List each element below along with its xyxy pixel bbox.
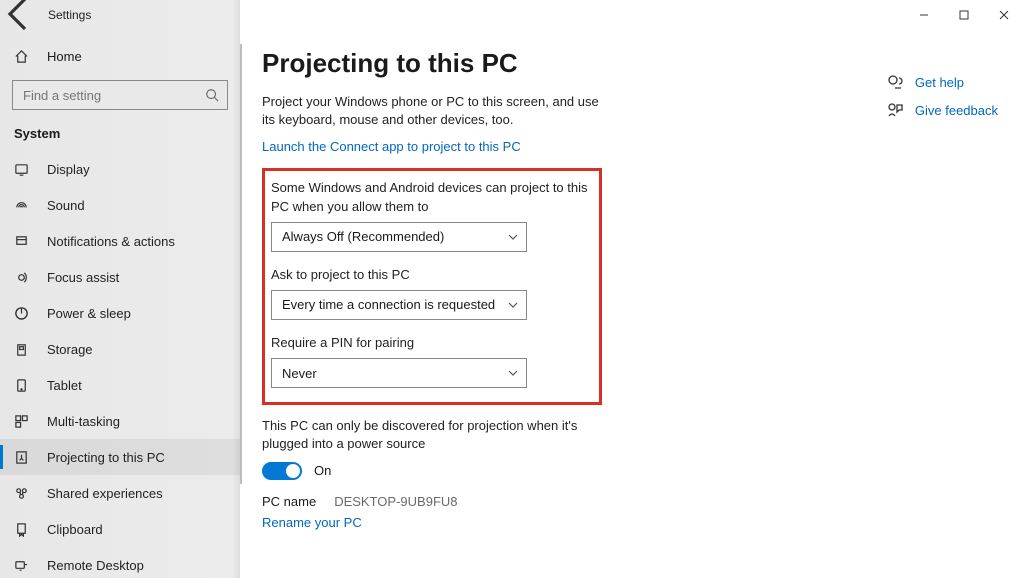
nav-icon [14,270,29,285]
sidebar-item-label: Projecting to this PC [47,450,165,465]
search-icon [205,88,219,102]
dropdown-value: Every time a connection is requested [282,297,495,312]
projection-allow-label: Some Windows and Android devices can pro… [271,179,589,215]
require-pin-dropdown[interactable]: Never [271,358,527,388]
feedback-label: Give feedback [915,103,998,118]
feedback-icon [887,102,903,118]
dropdown-value: Always Off (Recommended) [282,229,444,244]
help-icon [887,74,903,90]
window-title: Settings [48,8,91,22]
give-feedback-link[interactable]: Give feedback [887,102,998,118]
nav-icon [14,414,29,429]
sidebar: Home System Display Sound Notifications & … [0,0,240,578]
sidebar-item-tablet[interactable]: Tablet [0,367,240,403]
nav-icon [14,306,29,321]
page-description: Project your Windows phone or PC to this… [262,93,602,129]
projection-allow-dropdown[interactable]: Always Off (Recommended) [271,222,527,252]
sidebar-item-label: Tablet [47,378,82,393]
sidebar-item-label: Power & sleep [47,306,131,321]
search-input[interactable] [21,87,205,104]
maximize-button[interactable] [944,0,984,30]
pcname-label: PC name [262,494,316,509]
sidebar-item-sound[interactable]: Sound [0,187,240,223]
sidebar-item-label: Storage [47,342,93,357]
titlebar: Settings [0,0,1024,30]
nav-icon [14,234,29,249]
sidebar-item-shared-experiences[interactable]: Shared experiences [0,475,240,511]
rename-pc-link[interactable]: Rename your PC [262,515,602,530]
sidebar-item-label: Focus assist [47,270,119,285]
sidebar-item-label: Multi-tasking [47,414,120,429]
section-label: System [0,120,240,151]
sidebar-item-storage[interactable]: Storage [0,331,240,367]
nav-icon [14,378,29,393]
toggle-state: On [314,463,331,478]
highlighted-settings-box: Some Windows and Android devices can pro… [262,168,602,405]
sidebar-item-label: Clipboard [47,522,103,537]
sidebar-item-projecting-to-this-pc[interactable]: Projecting to this PC [0,439,240,475]
chevron-down-icon [508,300,518,310]
home-label: Home [47,49,82,64]
discover-label: This PC can only be discovered for proje… [262,417,602,453]
nav-icon [14,522,29,537]
launch-connect-link[interactable]: Launch the Connect app to project to thi… [262,139,802,154]
help-panel: Get help Give feedback [887,74,998,118]
search-box[interactable] [12,80,228,110]
ask-project-label: Ask to project to this PC [271,266,589,284]
main-content: Projecting to this PC Project your Windo… [240,0,1024,578]
sidebar-item-focus-assist[interactable]: Focus assist [0,259,240,295]
sidebar-item-label: Display [47,162,90,177]
nav-icon [14,342,29,357]
nav-icon [14,198,29,213]
sidebar-item-label: Notifications & actions [47,234,175,249]
sidebar-item-multi-tasking[interactable]: Multi-tasking [0,403,240,439]
chevron-down-icon [508,368,518,378]
help-label: Get help [915,75,964,90]
minimize-button[interactable] [904,0,944,30]
nav-icon [14,162,29,177]
require-pin-label: Require a PIN for pairing [271,334,589,352]
dropdown-value: Never [282,366,317,381]
nav-icon [14,558,29,573]
sidebar-item-notifications-actions[interactable]: Notifications & actions [0,223,240,259]
nav-icon [14,450,29,465]
sidebar-item-label: Remote Desktop [47,558,144,573]
discover-toggle[interactable] [262,462,302,480]
close-button[interactable] [984,0,1024,30]
nav-icon [14,486,29,501]
sidebar-item-display[interactable]: Display [0,151,240,187]
sidebar-item-label: Sound [47,198,85,213]
chevron-down-icon [508,232,518,242]
sidebar-item-remote-desktop[interactable]: Remote Desktop [0,547,240,578]
sidebar-item-label: Shared experiences [47,486,163,501]
get-help-link[interactable]: Get help [887,74,998,90]
back-button[interactable] [0,0,40,37]
ask-project-dropdown[interactable]: Every time a connection is requested [271,290,527,320]
sidebar-home[interactable]: Home [0,38,240,74]
page-title: Projecting to this PC [262,48,802,79]
sidebar-item-clipboard[interactable]: Clipboard [0,511,240,547]
sidebar-item-power-sleep[interactable]: Power & sleep [0,295,240,331]
pcname-value: DESKTOP-9UB9FU8 [334,494,457,509]
scroll-indicator [240,44,242,484]
